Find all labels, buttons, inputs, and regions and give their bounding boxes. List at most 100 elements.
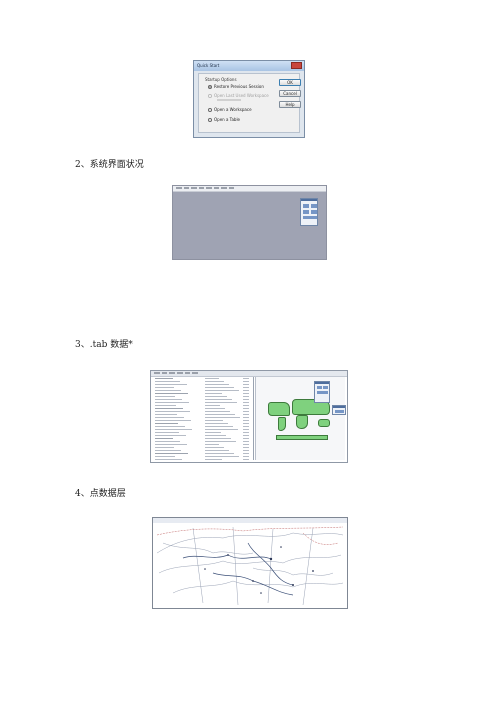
- menu-item: [162, 372, 167, 374]
- table-cell: [243, 453, 249, 454]
- disabled-path-line: [217, 99, 241, 101]
- table-cell: [243, 402, 249, 403]
- quick-start-dialog: Quick Start Startup Options Restore Prev…: [193, 60, 305, 138]
- table-cell: [205, 432, 221, 433]
- menu-item: [177, 372, 183, 374]
- map-land: [276, 435, 328, 440]
- table-cell: [205, 450, 229, 451]
- table-cell: [205, 390, 239, 391]
- table-cell: [155, 405, 176, 406]
- option-open-table[interactable]: Open a Table: [208, 117, 240, 122]
- option-restore-previous-session[interactable]: Restore Previous Session: [208, 84, 264, 89]
- table-cell: [243, 411, 249, 412]
- table-cell: [243, 450, 249, 451]
- table-cell: [243, 387, 249, 388]
- table-cell: [205, 417, 240, 418]
- tool-icon: [303, 216, 317, 219]
- menu-item: [184, 187, 189, 189]
- table-cell: [155, 411, 190, 412]
- table-cell: [155, 444, 187, 445]
- table-cell: [243, 441, 249, 442]
- table-cell: [205, 423, 228, 424]
- tool-icon: [303, 210, 309, 214]
- menu-item: [206, 187, 212, 189]
- dialog-titlebar: Quick Start: [194, 61, 304, 71]
- table-cell: [155, 387, 174, 388]
- menu-item: [199, 187, 204, 189]
- table-cell: [243, 408, 249, 409]
- radio-icon: [208, 93, 212, 98]
- table-cell: [243, 438, 249, 439]
- table-cell: [243, 444, 249, 445]
- table-cell: [155, 399, 182, 400]
- map-land: [268, 402, 290, 416]
- table-cell: [243, 414, 249, 415]
- section-heading: 3、.tab 数据*: [75, 340, 133, 350]
- table-cell: [155, 414, 177, 415]
- browser-table[interactable]: [153, 377, 254, 460]
- map-land: [318, 419, 330, 427]
- ok-button[interactable]: OK: [279, 79, 301, 86]
- table-cell: [155, 408, 183, 409]
- dialog-body: Startup Options Restore Previous Session…: [198, 73, 301, 133]
- table-cell: [205, 414, 235, 415]
- table-cell: [205, 429, 238, 430]
- map-land: [278, 417, 286, 431]
- table-cell: [205, 402, 237, 403]
- china-map[interactable]: [153, 523, 347, 608]
- menu-item: [192, 372, 198, 374]
- table-cell: [205, 378, 219, 379]
- table-cell: [205, 441, 236, 442]
- help-button[interactable]: Help: [279, 101, 301, 108]
- table-cell: [205, 381, 224, 382]
- table-cell: [205, 444, 219, 445]
- table-cell: [243, 459, 249, 460]
- table-cell: [205, 387, 234, 388]
- radio-selected-icon[interactable]: [208, 84, 212, 89]
- table-cell: [243, 435, 249, 436]
- panel-header: [301, 199, 317, 201]
- tool-icon: [317, 386, 322, 389]
- map-land: [296, 415, 308, 429]
- option-open-workspace[interactable]: Open a Workspace: [208, 107, 252, 112]
- table-cell: [243, 384, 249, 385]
- table-cell: [205, 447, 224, 448]
- option-label: Open Last Used Workspace: [214, 93, 269, 98]
- table-cell: [205, 405, 220, 406]
- table-cell: [155, 426, 185, 427]
- table-cell: [205, 393, 222, 394]
- menu-item: [154, 372, 160, 374]
- tool-icon: [335, 410, 344, 413]
- table-cell: [155, 429, 192, 430]
- table-cell: [205, 453, 234, 454]
- table-cell: [205, 426, 233, 427]
- world-map-window[interactable]: [255, 377, 346, 460]
- menu-item: [176, 187, 182, 189]
- menu-item: [169, 372, 175, 374]
- table-cell: [205, 456, 239, 457]
- cancel-button[interactable]: Cancel: [279, 90, 301, 97]
- table-cell: [243, 426, 249, 427]
- table-cell: [243, 447, 249, 448]
- tool-icon: [323, 386, 328, 389]
- menu-item: [185, 372, 190, 374]
- menu-item: [191, 187, 197, 189]
- toolbar-panel: [332, 405, 346, 415]
- radio-icon[interactable]: [208, 107, 212, 112]
- table-cell: [155, 456, 175, 457]
- table-cell: [155, 450, 181, 451]
- table-cell: [205, 399, 232, 400]
- tool-icon: [311, 204, 317, 208]
- table-cell: [243, 417, 249, 418]
- table-cell: [205, 408, 225, 409]
- menu-bar: [173, 186, 326, 192]
- table-cell: [155, 417, 184, 418]
- tool-icon: [303, 204, 309, 208]
- radio-icon[interactable]: [208, 117, 212, 122]
- option-label: Open a Workspace: [214, 107, 252, 112]
- section-heading: 2、系统界面状况: [75, 160, 144, 170]
- close-icon[interactable]: [291, 62, 302, 69]
- option-label: Open a Table: [214, 117, 241, 122]
- option-label: Restore Previous Session: [214, 84, 264, 89]
- table-cell: [155, 378, 173, 379]
